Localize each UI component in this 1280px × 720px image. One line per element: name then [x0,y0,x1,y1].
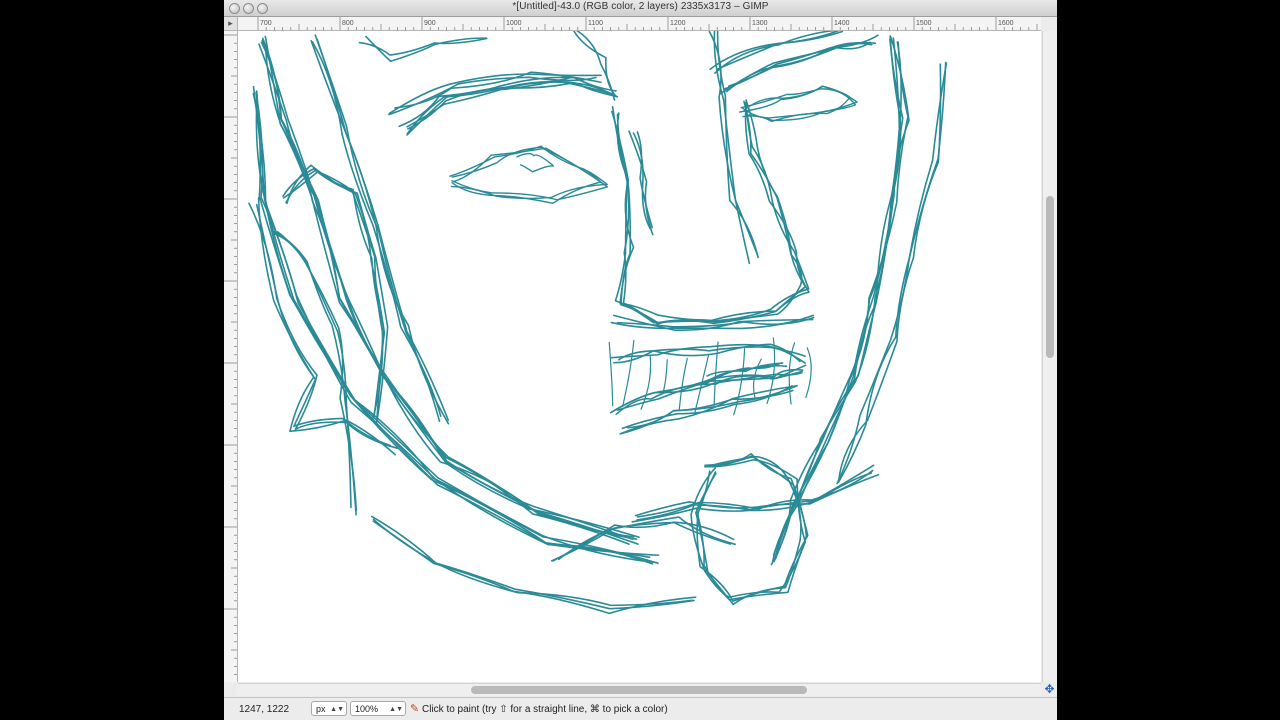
ruler-label: 1200 [670,20,686,27]
ruler-menu-icon[interactable]: ▸ [224,17,238,31]
horizontal-scrollbar[interactable] [238,683,1041,696]
sketch-stroke [837,61,947,484]
unit-select[interactable]: px ▲▼ [311,701,347,716]
chevron-updown-icon: ▲▼ [330,706,344,713]
sketch-stroke [616,101,810,325]
sketch-stroke [451,146,609,201]
ruler-label: 1400 [834,20,850,27]
sketch-stroke [276,230,352,509]
sketch-stroke [690,452,808,599]
ruler-label: 700 [260,20,272,27]
horizontal-ruler[interactable]: 700 800 900 1000 1100 1200 1300 1400 1500 1600 [238,17,1041,31]
horizontal-scroll-thumb[interactable] [471,686,807,694]
ruler-label: 900 [424,20,436,27]
sketch-drawing [248,31,948,615]
sketch-stroke [636,472,873,521]
sketch-stroke [678,357,688,411]
sketch-stroke [837,63,942,483]
ruler-label: 1600 [998,20,1014,27]
sketch-stroke [622,339,635,408]
sketch-stroke [516,152,555,173]
sketch-stroke [252,85,660,557]
ruler-label: 800 [342,20,354,27]
window-title: *[Untitled]-43.0 (RGB color, 2 layers) 2… [512,1,769,12]
vertical-scroll-thumb[interactable] [1046,196,1054,358]
status-message: Click to paint (try ⇧ for a straight lin… [422,704,668,715]
sketch-stroke [611,104,810,322]
image-canvas[interactable] [238,31,1041,682]
sketch-stroke [616,364,807,411]
sketch-stroke [608,341,614,407]
ruler-label: 1000 [506,20,522,27]
title-bar[interactable]: *[Untitled]-43.0 (RGB color, 2 layers) 2… [224,0,1057,17]
chevron-updown-icon: ▲▼ [389,706,403,713]
ruler-label: 1500 [916,20,932,27]
sketch-stroke [450,147,608,200]
vertical-ruler[interactable] [224,31,238,682]
horizontal-ruler-ticks: 700 800 900 1000 1100 1200 1300 1400 1500 1600 [257,17,1038,30]
sketch-stroke [836,62,948,485]
sketch-stroke [255,91,659,565]
sketch-stroke [255,93,658,564]
gimp-image-window: *[Untitled]-43.0 (RGB color, 2 layers) 2… [224,0,1057,720]
sketch-stroke [627,384,798,429]
sketch-stroke [365,35,488,63]
sketch-stroke [358,37,488,56]
vertical-ruler-ticks [224,34,237,675]
vertical-scrollbar[interactable] [1042,31,1057,682]
sketch-stroke [714,31,837,74]
pencil-icon: ✎ [410,703,420,715]
zoom-select[interactable]: 100% ▲▼ [350,701,406,716]
ruler-label: 1100 [588,20,603,27]
status-bar: 1247, 1222 px ▲▼ 100% ▲▼ ✎ Click to pain… [224,697,1057,720]
pointer-coordinates: 1247, 1222 [239,704,290,715]
sketch-stroke [662,359,668,394]
unit-value: px [316,704,326,714]
sketch-stroke [270,229,357,516]
zoom-value: 100% [355,704,379,714]
ruler-label: 1300 [752,20,768,27]
sketch-stroke [805,347,812,398]
navigate-icon[interactable]: ✥ [1042,683,1057,696]
sketch-stroke [258,43,639,545]
